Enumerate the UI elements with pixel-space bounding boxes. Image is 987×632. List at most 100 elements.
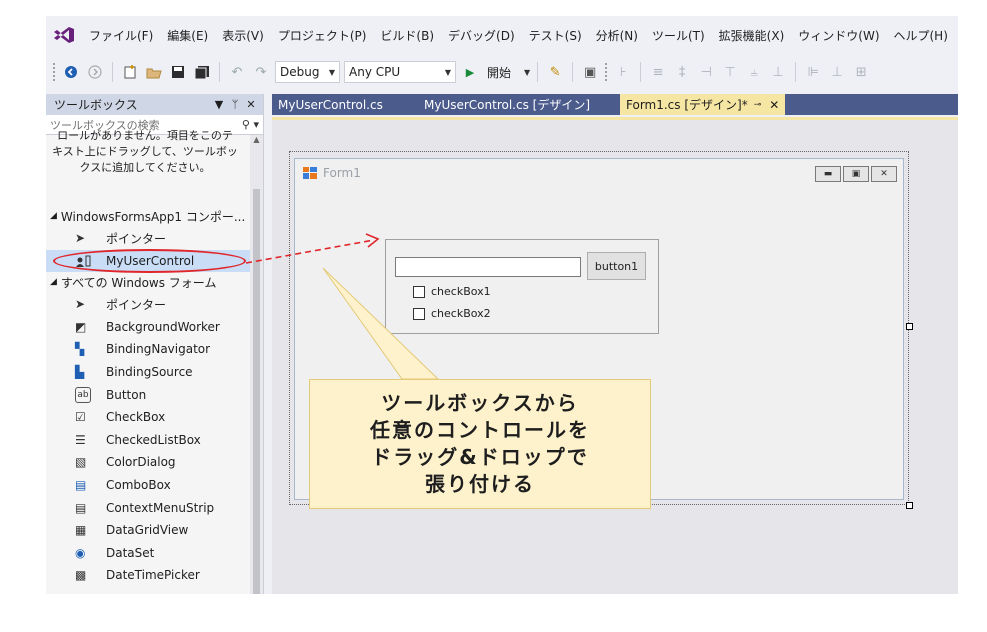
toolbox-item-dataset[interactable]: ◉ DataSet (46, 542, 250, 565)
search-icon[interactable]: ⚲ ▾ (242, 118, 259, 131)
tab-form1-design[interactable]: Form1.cs [デザイン]* ⊸ ✕ (620, 94, 786, 115)
textbox1[interactable] (395, 257, 581, 277)
checkbox2[interactable]: checkBox2 (413, 307, 491, 320)
toolbox-item-bindingnavigator[interactable]: ▚ BindingNavigator (46, 338, 250, 361)
toolbox-item-datetimepicker[interactable]: ▩ DateTimePicker (46, 564, 250, 587)
toolbox-item-checkedlistbox[interactable]: ☰ CheckedListBox (46, 429, 250, 452)
platform-value: Any CPU (349, 65, 401, 79)
vertical-spacing-icon[interactable]: ⊥ (827, 65, 847, 80)
tab-close-icon[interactable]: ✕ (769, 98, 779, 112)
visual-studio-logo-icon[interactable] (46, 16, 82, 54)
save-icon[interactable] (168, 61, 188, 83)
menu-debug[interactable]: デバッグ(D) (441, 27, 522, 44)
menu-extensions[interactable]: 拡張機能(X) (712, 27, 792, 44)
align-middles-icon[interactable]: ⊤ (720, 65, 740, 80)
start-dropdown-icon[interactable]: ▼ (524, 68, 530, 77)
scroll-up-icon[interactable]: ▲ (250, 135, 263, 149)
toolbox-item-bindingsource[interactable]: ▙ BindingSource (46, 361, 250, 384)
form-designer-surface: Form1 ▬ ▣ ✕ button1 checkBox1 checkBox2 (272, 117, 958, 594)
datetimepicker-icon: ▩ (75, 568, 87, 583)
new-project-icon[interactable] (120, 61, 140, 83)
toolbox-item-colordialog[interactable]: ▧ ColorDialog (46, 451, 250, 474)
align-tops-icon[interactable]: ⊣ (696, 65, 716, 80)
highlight-ellipse (53, 249, 246, 273)
redo-icon[interactable]: ↷ (251, 61, 271, 83)
tab-myusercontrol-code[interactable]: MyUserControl.cs (272, 94, 418, 115)
expanded-triangle-icon[interactable]: ◢ (50, 277, 57, 287)
tab-pin-icon[interactable]: ⊸ (754, 100, 762, 110)
menu-edit[interactable]: 編集(E) (160, 27, 215, 44)
checkbox1[interactable]: checkBox1 (413, 285, 491, 298)
align-lefts-icon[interactable]: ⊦ (613, 65, 633, 80)
start-icon[interactable]: ▶ (460, 61, 480, 83)
find-icon[interactable]: ✎ (545, 61, 565, 83)
menu-bar: ファイル(F) 編集(E) 表示(V) プロジェクト(P) ビルド(B) デバッ… (46, 16, 958, 54)
open-folder-icon[interactable] (144, 61, 164, 83)
tool-label: BackgroundWorker (106, 319, 220, 334)
pin-icon[interactable]: ᛘ (227, 98, 243, 111)
toolbox-item-datagridview[interactable]: ▦ DataGridView (46, 519, 250, 542)
expanded-triangle-icon[interactable]: ◢ (50, 211, 57, 221)
my-user-control[interactable]: button1 checkBox1 checkBox2 (385, 239, 659, 334)
make-same-width-icon[interactable]: ⊥ (768, 65, 788, 80)
checkbox2-label: checkBox2 (431, 307, 491, 320)
back-icon[interactable] (61, 61, 81, 83)
menu-project[interactable]: プロジェクト(P) (271, 27, 374, 44)
standard-toolbar: ↶ ↷ Debug ▼ Any CPU ▼ ▶ 開始 ▼ ✎ ▣ ⊦ ≡ ‡ ⊣ ⊤… (46, 54, 958, 90)
toolbox-item-pointer-2[interactable]: ➤ ポインター (46, 293, 250, 316)
screenshot-icon[interactable]: ▣ (580, 61, 600, 83)
menu-analyze[interactable]: 分析(N) (589, 27, 645, 44)
scrollbar-thumb[interactable] (253, 189, 260, 594)
form-title-bar[interactable]: Form1 (295, 159, 903, 187)
configuration-dropdown[interactable]: Debug ▼ (275, 61, 340, 83)
align-rights-icon[interactable]: ‡ (672, 65, 692, 80)
checkbox2-box[interactable] (413, 307, 425, 320)
maximize-icon[interactable]: ▣ (843, 166, 869, 182)
toolbox-menu-icon[interactable]: ▼ (211, 98, 227, 111)
toolbox-item-contextmenustrip[interactable]: ▤ ContextMenuStrip (46, 496, 250, 519)
menu-help[interactable]: ヘルプ(H) (887, 27, 955, 44)
undo-icon[interactable]: ↶ (227, 61, 247, 83)
toolbox-group-project[interactable]: ◢ WindowsFormsApp1 コンポー... (50, 205, 245, 227)
minimize-icon[interactable]: ▬ (815, 166, 841, 182)
menu-view[interactable]: 表示(V) (215, 27, 271, 44)
start-button[interactable]: 開始 (484, 64, 514, 81)
resize-handle-right[interactable] (906, 323, 913, 330)
checkbox-icon: ☑ (75, 410, 86, 425)
forward-icon[interactable] (85, 61, 105, 83)
tool-label: DataGridView (106, 523, 189, 538)
checkbox1-box[interactable] (413, 285, 425, 298)
menu-tools[interactable]: ツール(T) (645, 27, 712, 44)
menu-build[interactable]: ビルド(B) (373, 27, 441, 44)
size-to-grid-icon[interactable]: ⊞ (851, 65, 871, 80)
toolbar-grip-2[interactable] (604, 62, 610, 82)
toolbox-item-combobox[interactable]: ▤ ComboBox (46, 474, 250, 497)
contextmenustrip-icon: ▤ (75, 500, 87, 515)
platform-dropdown[interactable]: Any CPU ▼ (344, 61, 456, 83)
horizontal-spacing-icon[interactable]: ⊫ (803, 65, 823, 80)
align-centers-icon[interactable]: ≡ (648, 65, 668, 80)
tab-myusercontrol-design[interactable]: MyUserControl.cs [デザイン] (418, 94, 620, 115)
toolbox-title-bar[interactable]: ツールボックス ▼ ᛘ ✕ (46, 94, 263, 115)
resize-handle-corner[interactable] (906, 502, 913, 509)
button1[interactable]: button1 (587, 252, 646, 280)
menu-file[interactable]: ファイル(F) (82, 27, 160, 44)
close-window-icon[interactable]: ✕ (871, 166, 897, 182)
pointer-icon: ➤ (75, 231, 86, 246)
toolbar-grip[interactable] (52, 62, 57, 82)
toolbox-scrollbar[interactable]: ▲ (250, 135, 263, 594)
align-bottoms-icon[interactable]: ⫨ (744, 65, 764, 80)
close-icon[interactable]: ✕ (243, 98, 259, 111)
toolbox-item-checkbox[interactable]: ☑ CheckBox (46, 406, 250, 429)
tab-label: MyUserControl.cs [デザイン] (424, 98, 591, 112)
toolbox-item-button[interactable]: ab Button (46, 383, 250, 406)
menu-test[interactable]: テスト(S) (522, 27, 589, 44)
toolbox-panel: ツールボックス ▼ ᛘ ✕ ツールボックスの検索 ⚲ ▾ ロールがありません。項… (46, 94, 264, 594)
save-all-icon[interactable] (192, 61, 212, 83)
toolbox-item-pointer-1[interactable]: ➤ ポインター (46, 227, 250, 250)
colordialog-icon: ▧ (75, 455, 87, 470)
toolbox-item-backgroundworker[interactable]: ◩ BackgroundWorker (46, 316, 250, 339)
toolbox-group-all-windows-forms[interactable]: ◢ すべての Windows フォーム (50, 271, 216, 293)
combobox-icon: ▤ (75, 478, 87, 493)
menu-window[interactable]: ウィンドウ(W) (791, 27, 886, 44)
